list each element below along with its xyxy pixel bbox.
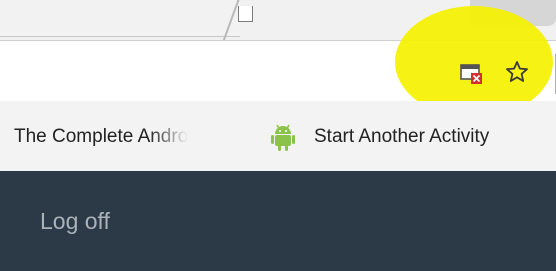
new-tab-button[interactable] — [238, 6, 253, 22]
browser-tab[interactable] — [0, 0, 240, 37]
android-icon — [266, 122, 300, 152]
bookmark-label: The Complete Andro — [14, 126, 189, 147]
logoff-link[interactable]: Log off — [40, 208, 110, 235]
bookmark-item-start-another-activity[interactable]: Start Another Activity — [266, 118, 556, 156]
popup-blocked-icon[interactable] — [460, 62, 484, 86]
bookmark-star-icon[interactable] — [505, 60, 529, 84]
bookmark-label: Start Another Activity — [314, 126, 490, 147]
bookmark-item[interactable]: The Complete Andro — [14, 118, 248, 156]
